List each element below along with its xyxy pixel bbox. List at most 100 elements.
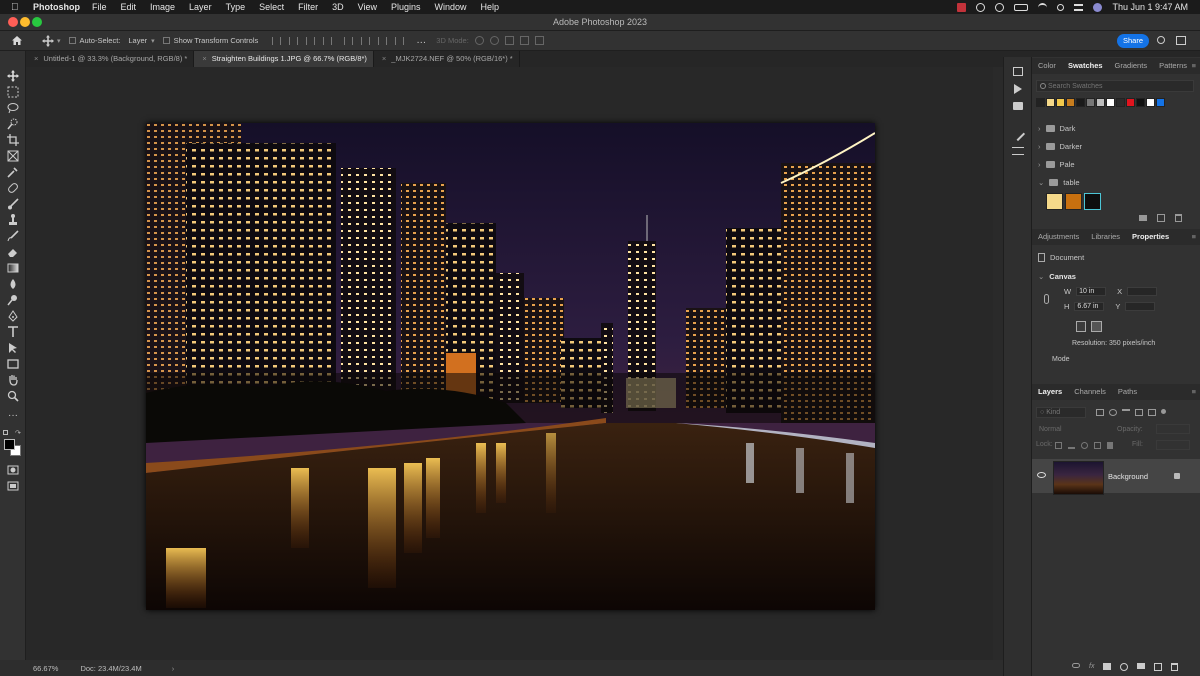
- layer-name[interactable]: Background: [1108, 472, 1148, 481]
- layer-filter-dropdown[interactable]: ○ Kind: [1036, 407, 1086, 418]
- canvas-section-header[interactable]: ⌄ Canvas: [1038, 272, 1076, 281]
- creative-cloud-icon[interactable]: [976, 2, 986, 12]
- screen-mode-icon[interactable]: [6, 479, 20, 493]
- document-image[interactable]: [146, 123, 875, 610]
- lock-image-icon[interactable]: [1068, 442, 1075, 449]
- menu-window[interactable]: Window: [435, 2, 467, 12]
- edit-toolbar-icon[interactable]: ···: [6, 409, 20, 423]
- move-tool-icon[interactable]: [6, 69, 20, 83]
- menu-type[interactable]: Type: [226, 2, 246, 12]
- eraser-tool-icon[interactable]: [6, 245, 20, 259]
- clock[interactable]: Thu Jun 1 9:47 AM: [1112, 2, 1188, 12]
- menu-filter[interactable]: Filter: [298, 2, 318, 12]
- brush-settings-icon[interactable]: [1010, 126, 1026, 142]
- swatch-group-pale[interactable]: › Pale: [1038, 160, 1075, 169]
- apple-icon[interactable]: : [11, 2, 23, 13]
- blend-mode-dropdown[interactable]: Normal: [1036, 424, 1106, 435]
- tab-layers[interactable]: Layers: [1032, 384, 1068, 400]
- tab-color[interactable]: Color: [1032, 58, 1062, 74]
- swap-colors-icon[interactable]: ↷: [15, 429, 21, 437]
- swatch[interactable]: [1136, 98, 1145, 107]
- lasso-tool-icon[interactable]: [6, 101, 20, 115]
- move-tool-preset-icon[interactable]: [42, 34, 54, 47]
- swatch-group-dark[interactable]: › Dark: [1038, 124, 1075, 133]
- tab-patterns[interactable]: Patterns: [1153, 58, 1193, 74]
- control-center-icon[interactable]: [1074, 3, 1084, 11]
- actions-play-icon[interactable]: [1014, 84, 1022, 94]
- adjust-sliders-icon[interactable]: [1012, 147, 1024, 155]
- distribute-icon[interactable]: [378, 36, 388, 45]
- landscape-orientation-icon[interactable]: [1091, 321, 1102, 332]
- layer-row-background[interactable]: Background: [1032, 459, 1200, 495]
- brush-tool-icon[interactable]: [6, 197, 20, 211]
- doc-size[interactable]: Doc: 23.4M/23.4M: [80, 664, 141, 673]
- align-middle-icon[interactable]: [344, 36, 354, 45]
- lock-transparent-icon[interactable]: [1055, 442, 1062, 449]
- siri-icon[interactable]: [1093, 2, 1103, 12]
- comments-icon[interactable]: [1013, 102, 1023, 110]
- delete-icon[interactable]: [1175, 214, 1182, 222]
- record-icon[interactable]: [957, 2, 967, 12]
- swatch[interactable]: [1046, 193, 1063, 210]
- marquee-tool-icon[interactable]: [6, 85, 20, 99]
- x-field[interactable]: [1127, 287, 1158, 296]
- panel-menu-icon[interactable]: ≡: [1192, 229, 1196, 245]
- swatch[interactable]: [1076, 98, 1085, 107]
- tab-paths[interactable]: Paths: [1112, 384, 1143, 400]
- swatch[interactable]: [1116, 98, 1125, 107]
- filter-toggle-icon[interactable]: [1161, 409, 1166, 414]
- 3d-orbit-icon[interactable]: [474, 36, 484, 45]
- align-bottom-icon[interactable]: [361, 36, 371, 45]
- auto-select-dropdown[interactable]: Layer ▾: [128, 36, 154, 45]
- swatches-search-input[interactable]: [1048, 81, 1188, 91]
- auto-select-checkbox[interactable]: [68, 37, 76, 44]
- menu-3d[interactable]: 3D: [332, 2, 344, 12]
- lock-all-icon[interactable]: [1107, 442, 1113, 449]
- share-button[interactable]: Share: [1117, 34, 1149, 48]
- fx-icon[interactable]: fx: [1089, 663, 1094, 671]
- healing-brush-tool-icon[interactable]: [6, 181, 20, 195]
- link-layers-icon[interactable]: [1072, 663, 1080, 668]
- swatch[interactable]: [1126, 98, 1135, 107]
- search-icon[interactable]: [1157, 36, 1165, 44]
- swatch[interactable]: [1086, 98, 1095, 107]
- height-field[interactable]: 6.67 in: [1074, 302, 1105, 311]
- swatch[interactable]: [1106, 98, 1115, 107]
- swatch[interactable]: [1046, 98, 1055, 107]
- default-colors-icon[interactable]: [3, 430, 8, 435]
- quick-mask-icon[interactable]: [6, 463, 20, 477]
- doc-tab-straighten-buildings[interactable]: × Straighten Buildings 1.JPG @ 66.7% (RGB…: [194, 51, 374, 67]
- filter-type-icon[interactable]: [1122, 409, 1130, 416]
- lock-icon[interactable]: [1174, 473, 1180, 479]
- workspace-icon[interactable]: [1176, 36, 1186, 45]
- battery-icon[interactable]: [1014, 3, 1029, 11]
- new-layer-icon[interactable]: [1154, 663, 1163, 671]
- new-group-icon[interactable]: [1137, 663, 1146, 669]
- clone-stamp-tool-icon[interactable]: [6, 213, 20, 227]
- new-swatch-icon[interactable]: [1157, 214, 1165, 222]
- hand-tool-icon[interactable]: [6, 373, 20, 387]
- close-tab-icon[interactable]: ×: [34, 54, 38, 63]
- swatch[interactable]: [1084, 193, 1101, 210]
- type-tool-icon[interactable]: [6, 325, 20, 339]
- lock-artboard-icon[interactable]: [1094, 442, 1101, 449]
- doc-tab-untitled[interactable]: × Untitled-1 @ 33.3% (Background, RGB/8) …: [26, 51, 195, 67]
- tab-libraries[interactable]: Libraries: [1085, 229, 1126, 245]
- wifi-icon[interactable]: [1038, 2, 1048, 12]
- blur-tool-icon[interactable]: [6, 277, 20, 291]
- zoom-level[interactable]: 66.67%: [33, 664, 58, 673]
- dodge-tool-icon[interactable]: [6, 293, 20, 307]
- menu-view[interactable]: View: [358, 2, 377, 12]
- zoom-tool-icon[interactable]: [6, 389, 20, 403]
- y-field[interactable]: [1125, 302, 1156, 311]
- history-brush-tool-icon[interactable]: [6, 229, 20, 243]
- history-panel-icon[interactable]: [1013, 67, 1023, 76]
- frame-tool-icon[interactable]: [6, 149, 20, 163]
- menu-file[interactable]: File: [92, 2, 107, 12]
- swatch[interactable]: [1065, 193, 1082, 210]
- swatch[interactable]: [1146, 98, 1155, 107]
- delete-layer-icon[interactable]: [1171, 663, 1179, 671]
- filter-adjustment-icon[interactable]: [1109, 409, 1117, 416]
- filter-shape-icon[interactable]: [1135, 409, 1143, 416]
- playback-icon[interactable]: [995, 2, 1005, 12]
